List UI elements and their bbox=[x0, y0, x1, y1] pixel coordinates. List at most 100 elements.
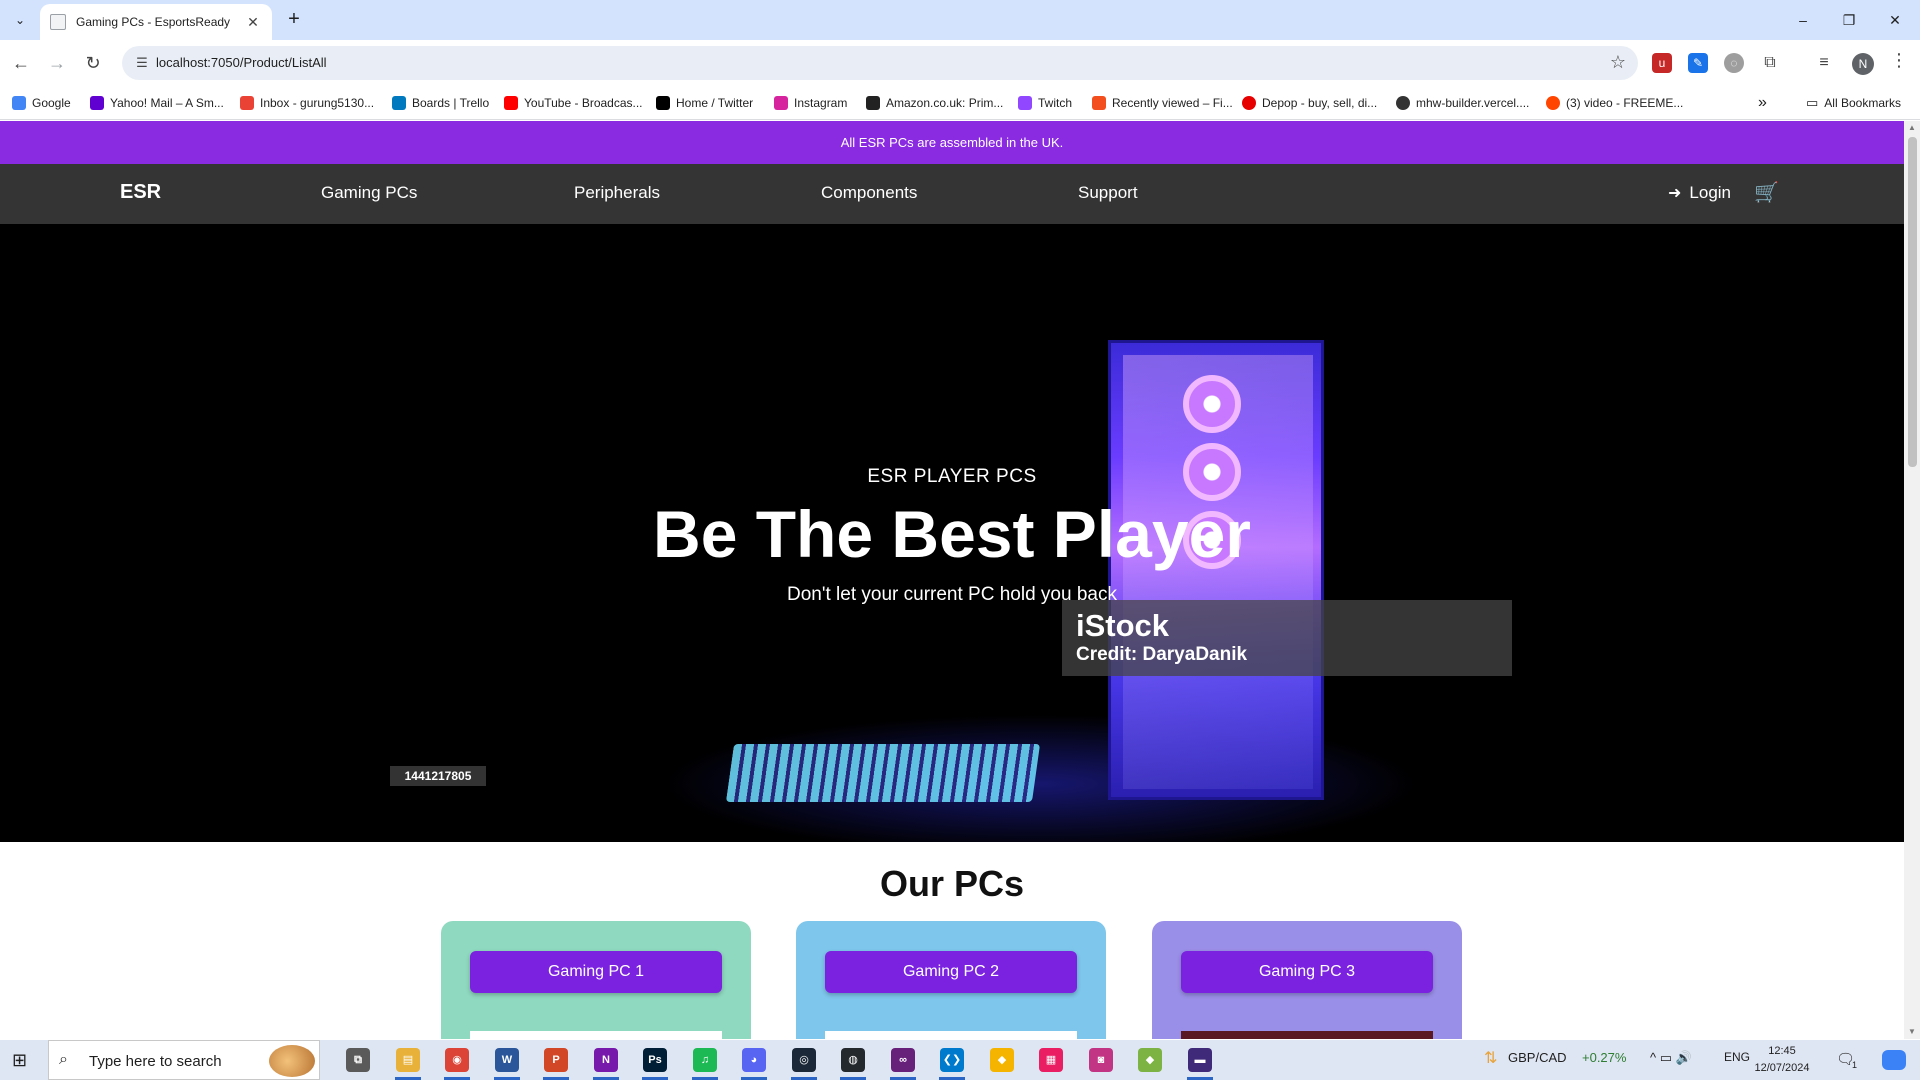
restore-button[interactable]: ❐ bbox=[1826, 6, 1872, 34]
bookmark-depop[interactable]: Depop - buy, sell, di... bbox=[1242, 94, 1377, 112]
tab-search-button[interactable]: ⌄ bbox=[8, 8, 32, 32]
browser-tabstrip: ⌄ Gaming PCs - EsportsReady ✕ + – ❐ ✕ bbox=[0, 0, 1920, 40]
bookmark-amazon[interactable]: Amazon.co.uk: Prim... bbox=[866, 94, 1003, 112]
bookmark-mhw-builder[interactable]: mhw-builder.vercel.... bbox=[1396, 94, 1529, 112]
forward-arrow-icon[interactable]: → bbox=[44, 50, 70, 76]
ticker-symbol[interactable]: GBP/CAD bbox=[1508, 1050, 1567, 1065]
tab-close-icon[interactable]: ✕ bbox=[244, 14, 262, 31]
discord-icon[interactable]: ◕ bbox=[742, 1048, 766, 1072]
system-tray-icons[interactable]: ^ ▭ 🔊 bbox=[1650, 1050, 1692, 1066]
puzzle-extensions-icon[interactable]: ⧉ bbox=[1760, 53, 1780, 73]
x-twitter-icon bbox=[656, 96, 670, 110]
menu-kebab-icon[interactable]: ⋮ bbox=[1890, 50, 1908, 71]
gaming-pc-3-button[interactable]: Gaming PC 3 bbox=[1181, 951, 1433, 993]
github-desktop-icon[interactable]: ◍ bbox=[841, 1048, 865, 1072]
clock-time: 12:45 bbox=[1768, 1045, 1796, 1057]
new-tab-button[interactable]: + bbox=[282, 8, 306, 32]
bookmark-trello[interactable]: Boards | Trello bbox=[392, 94, 489, 112]
back-arrow-icon[interactable]: ← bbox=[8, 50, 34, 76]
minimize-button[interactable]: – bbox=[1780, 6, 1826, 34]
site-logo[interactable]: ESR bbox=[120, 181, 161, 204]
steam-icon[interactable]: ◎ bbox=[792, 1048, 816, 1072]
profile-avatar[interactable]: N bbox=[1852, 53, 1874, 75]
nav-peripherals[interactable]: Peripherals bbox=[574, 183, 660, 203]
vercel-icon bbox=[1396, 96, 1410, 110]
search-icon: ⌕ bbox=[59, 1051, 68, 1068]
bookmark-twitch[interactable]: Twitch bbox=[1018, 94, 1072, 112]
scroll-down-icon[interactable]: ▼ bbox=[1904, 1025, 1920, 1039]
login-label: Login bbox=[1689, 183, 1732, 202]
file-explorer-icon[interactable]: ▤ bbox=[396, 1048, 420, 1072]
login-icon: ➜ bbox=[1668, 185, 1682, 202]
product-card-1[interactable]: Gaming PC 1 bbox=[441, 921, 751, 1039]
bookmark-instagram[interactable]: Instagram bbox=[774, 94, 847, 112]
bookmark-twitter[interactable]: Home / Twitter bbox=[656, 94, 753, 112]
media-control-icon[interactable]: ≡ bbox=[1814, 53, 1834, 73]
bookmarks-overflow-icon[interactable]: » bbox=[1758, 94, 1767, 112]
ublock-extension-icon[interactable]: u bbox=[1652, 53, 1672, 73]
app-diamond-2-icon[interactable]: ◆ bbox=[1138, 1048, 1162, 1072]
hero-title: Be The Best Player bbox=[653, 497, 1251, 571]
extension-circle-icon[interactable]: ◌ bbox=[1724, 53, 1744, 73]
powerpoint-icon[interactable]: P bbox=[544, 1048, 568, 1072]
app-grid-icon[interactable]: ▦ bbox=[1039, 1048, 1063, 1072]
page-scrollbar[interactable]: ▲ ▼ bbox=[1904, 121, 1920, 1039]
scroll-up-icon[interactable]: ▲ bbox=[1904, 121, 1920, 135]
visual-studio-icon[interactable]: ∞ bbox=[891, 1048, 915, 1072]
spotify-icon[interactable]: ♫ bbox=[693, 1048, 717, 1072]
page-favicon-icon bbox=[50, 14, 66, 30]
clock-date: 12/07/2024 bbox=[1754, 1062, 1810, 1074]
language-indicator[interactable]: ENG bbox=[1724, 1050, 1750, 1064]
product-card-2[interactable]: Gaming PC 2 bbox=[796, 921, 1106, 1039]
yahoo-icon bbox=[90, 96, 104, 110]
taskbar-search[interactable]: ⌕ Type here to search bbox=[48, 1040, 320, 1080]
extension-icon[interactable]: ✎ bbox=[1688, 53, 1708, 73]
windows-start-icon[interactable]: ⊞ bbox=[12, 1050, 32, 1070]
photoshop-icon[interactable]: Ps bbox=[643, 1048, 667, 1072]
fan-icon bbox=[1183, 375, 1241, 433]
cart-icon[interactable]: 🛒 bbox=[1754, 180, 1779, 205]
gaming-pc-2-button[interactable]: Gaming PC 2 bbox=[825, 951, 1077, 993]
bookmark-gmail[interactable]: Inbox - gurung5130... bbox=[240, 94, 374, 112]
chrome-icon[interactable]: ◉ bbox=[445, 1048, 469, 1072]
reddit-icon bbox=[1546, 96, 1560, 110]
photo-credit: Credit: DaryaDanik bbox=[1076, 644, 1248, 665]
copilot-icon[interactable] bbox=[1882, 1050, 1906, 1070]
google-icon bbox=[12, 96, 26, 110]
nav-components[interactable]: Components bbox=[821, 183, 917, 203]
url-text[interactable]: localhost:7050/Product/ListAll bbox=[156, 55, 327, 70]
browser-tab-active[interactable]: Gaming PCs - EsportsReady ✕ bbox=[40, 4, 272, 40]
tab-title: Gaming PCs - EsportsReady bbox=[76, 15, 231, 29]
reload-icon[interactable]: ↻ bbox=[80, 50, 106, 76]
star-icon[interactable]: ☆ bbox=[1610, 52, 1626, 73]
vs-code-icon[interactable]: ❮❯ bbox=[940, 1048, 964, 1072]
bookmark-youtube[interactable]: YouTube - Broadcas... bbox=[504, 94, 643, 112]
section-title-our-pcs: Our PCs bbox=[879, 863, 1025, 904]
app-window-icon[interactable]: ▬ bbox=[1188, 1048, 1212, 1072]
app-camera-icon[interactable]: ◙ bbox=[1089, 1048, 1113, 1072]
figma-icon bbox=[1092, 96, 1106, 110]
address-bar[interactable]: ☰ localhost:7050/Product/ListAll ☆ bbox=[122, 46, 1638, 80]
task-view-icon[interactable]: ⧉ bbox=[346, 1048, 370, 1072]
gaming-pc-1-button[interactable]: Gaming PC 1 bbox=[470, 951, 722, 993]
web-page: All ESR PCs are assembled in the UK. ESR… bbox=[0, 121, 1904, 1039]
product-image bbox=[1181, 1031, 1433, 1039]
taskbar-clock[interactable]: 12:45 12/07/2024 bbox=[1752, 1043, 1812, 1077]
site-info-icon[interactable]: ☰ bbox=[132, 53, 152, 73]
onenote-icon[interactable]: N bbox=[594, 1048, 618, 1072]
all-bookmarks-button[interactable]: ▭ All Bookmarks bbox=[1806, 94, 1901, 112]
scroll-thumb[interactable] bbox=[1908, 137, 1917, 467]
login-link[interactable]: ➜ Login bbox=[1668, 183, 1731, 203]
nav-support[interactable]: Support bbox=[1078, 183, 1138, 203]
word-icon[interactable]: W bbox=[495, 1048, 519, 1072]
bookmark-google[interactable]: Google bbox=[12, 94, 71, 112]
instagram-icon bbox=[774, 96, 788, 110]
close-window-button[interactable]: ✕ bbox=[1872, 6, 1918, 34]
stock-image-id: 1441217805 bbox=[390, 766, 486, 786]
bookmark-yahoo-mail[interactable]: Yahoo! Mail – A Sm... bbox=[90, 94, 224, 112]
app-diamond-icon[interactable]: ◆ bbox=[990, 1048, 1014, 1072]
product-card-3[interactable]: Gaming PC 3 bbox=[1152, 921, 1462, 1039]
bookmark-figma[interactable]: Recently viewed – Fi... bbox=[1092, 94, 1233, 112]
nav-gaming-pcs[interactable]: Gaming PCs bbox=[321, 183, 417, 203]
bookmark-reddit-video[interactable]: (3) video - FREEME... bbox=[1546, 94, 1683, 112]
